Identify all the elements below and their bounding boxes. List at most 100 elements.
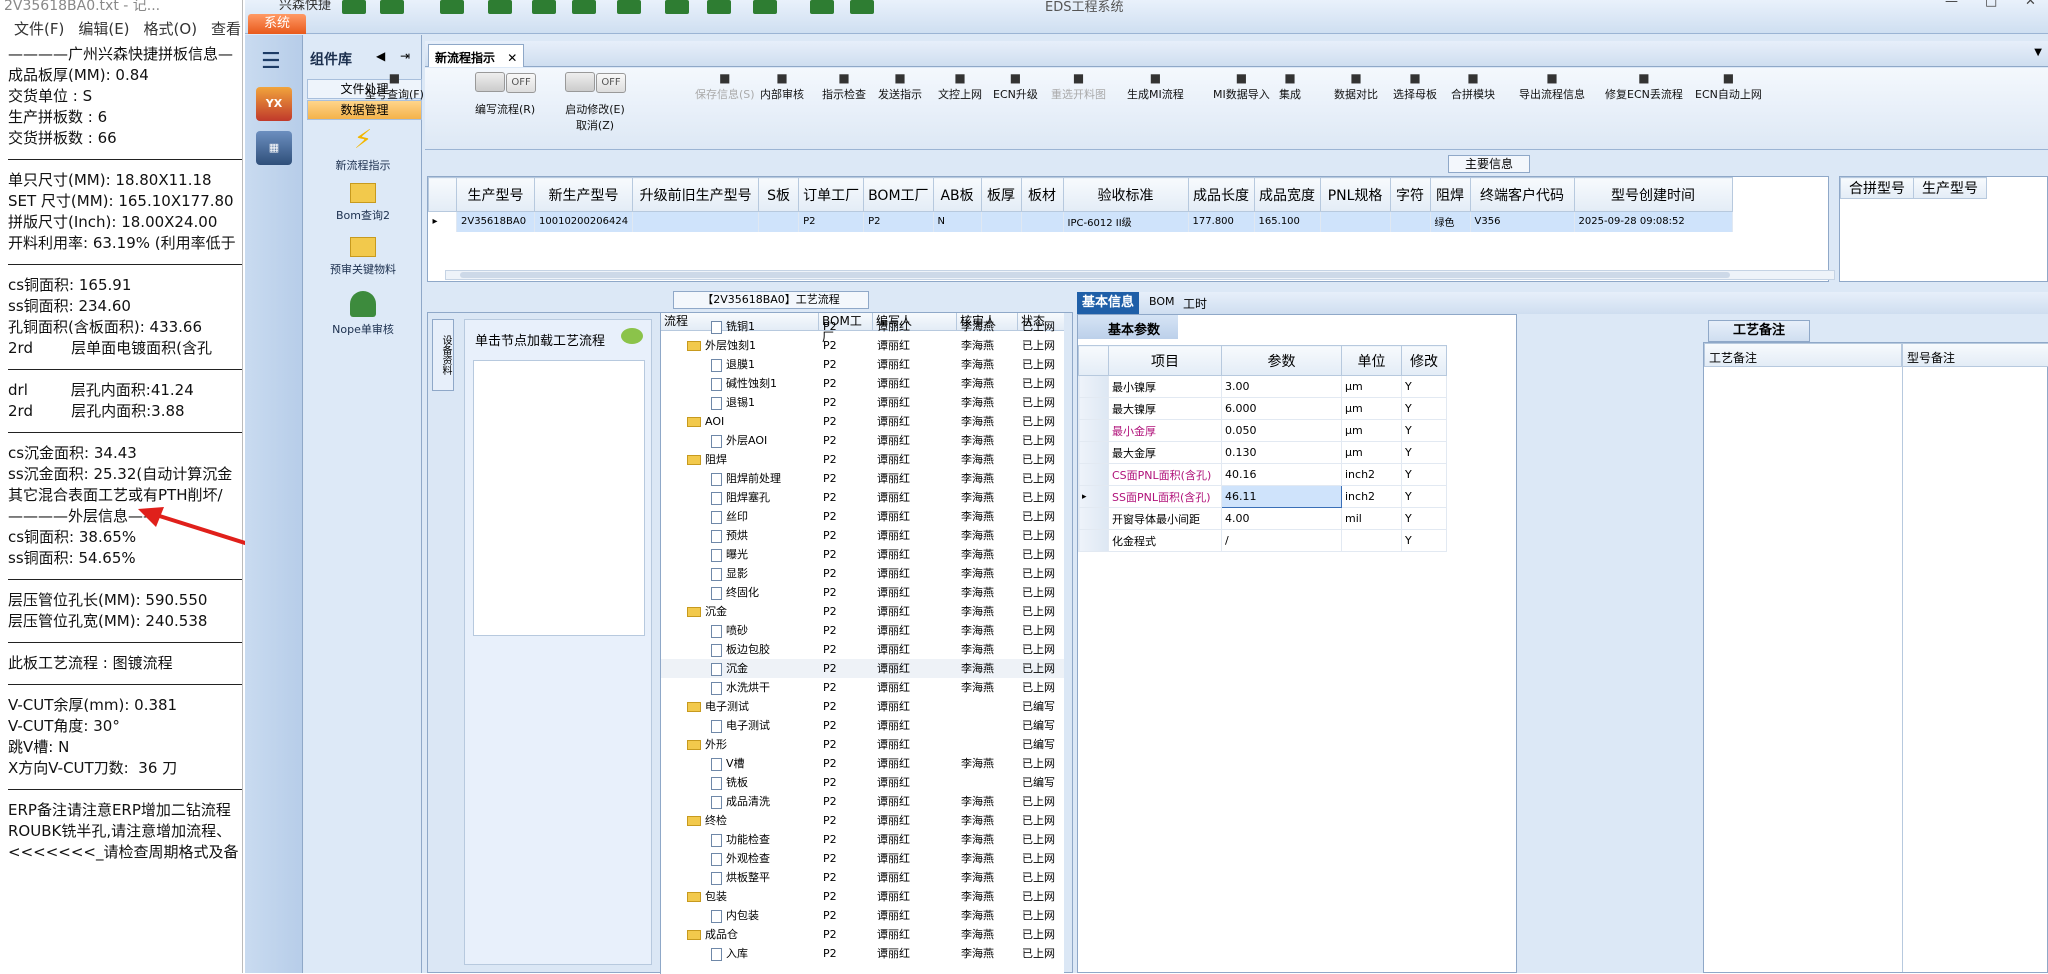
key-material-item[interactable]: 预审关键物料 <box>304 237 422 277</box>
col-header[interactable]: 终端客户代码 <box>1469 177 1575 212</box>
process-row[interactable]: 曝光 P2 谭丽红 李海燕 已上网 <box>661 545 1064 564</box>
process-row[interactable]: 阻焊前处理 P2 谭丽红 李海燕 已上网 <box>661 469 1064 488</box>
process-row[interactable]: AOI P2 谭丽红 李海燕 已上网 <box>661 412 1064 431</box>
col-header[interactable]: 板材 <box>1020 177 1064 212</box>
toolbar-upload-button[interactable]: ■ 发送指示 <box>878 72 922 102</box>
process-row[interactable]: 铣板 P2 谭丽红 已编写 <box>661 773 1064 792</box>
process-row[interactable]: 退锡1 P2 谭丽红 李海燕 已上网 <box>661 393 1064 412</box>
param-value[interactable]: 6.000 <box>1221 397 1342 420</box>
user-icon[interactable] <box>665 0 689 14</box>
main-info-cell[interactable] <box>1320 211 1391 232</box>
process-row[interactable]: 电子测试 P2 谭丽红 已编写 <box>661 697 1064 716</box>
col-header[interactable]: 字符 <box>1389 177 1431 212</box>
col-process-remarks[interactable]: 工艺备注 <box>1704 343 1902 367</box>
toggle-switch[interactable]: OFF <box>565 72 626 93</box>
globe-icon[interactable] <box>380 0 404 14</box>
toolbar-print-button[interactable]: ■ 内部审核 <box>760 72 804 102</box>
toolbar-image-button[interactable]: ■ 重选开料图 <box>1051 72 1106 102</box>
close-tab-icon[interactable]: ✕ <box>507 51 517 65</box>
process-row[interactable]: 包装 P2 谭丽红 李海燕 已上网 <box>661 887 1064 906</box>
process-row[interactable]: 功能检查 P2 谭丽红 李海燕 已上网 <box>661 830 1064 849</box>
col-header[interactable]: 生产型号 <box>456 177 535 212</box>
param-row[interactable]: CS面PNL面积(含孔) 40.16 inch2 Y <box>1078 463 1447 486</box>
col-unit[interactable]: 单位 <box>1341 345 1402 376</box>
menu-file[interactable]: 文件(F) <box>14 20 64 38</box>
process-row[interactable]: 喷砂 P2 谭丽红 李海燕 已上网 <box>661 621 1064 640</box>
param-row[interactable]: 开窗导体最小间距 4.00 mil Y <box>1078 507 1447 530</box>
process-row[interactable]: 成品仓 P2 谭丽红 李海燕 已上网 <box>661 925 1064 944</box>
process-row[interactable]: 电子测试 P2 谭丽红 已编写 <box>661 716 1064 735</box>
col-header[interactable]: 板厚 <box>980 177 1022 212</box>
scissors-icon[interactable] <box>488 0 512 14</box>
windows-icon[interactable] <box>810 0 834 14</box>
menu-format[interactable]: 格式(O) <box>144 20 198 38</box>
main-info-cell[interactable]: N <box>933 211 982 232</box>
process-row[interactable]: 退膜1 P2 谭丽红 李海燕 已上网 <box>661 355 1064 374</box>
toolbar-import-button[interactable]: ■ MI数据导入 <box>1213 72 1270 102</box>
tab-data-management[interactable]: 数据管理 <box>307 100 422 120</box>
process-row[interactable]: V槽 P2 谭丽红 李海燕 已上网 <box>661 754 1064 773</box>
col-header[interactable]: 订单工厂 <box>798 177 865 212</box>
col-header[interactable]: BOM工厂 <box>863 177 934 212</box>
process-row[interactable]: 内包装 P2 谭丽红 李海燕 已上网 <box>661 906 1064 925</box>
process-row[interactable]: 外层AOI P2 谭丽红 李海燕 已上网 <box>661 431 1064 450</box>
toolbar-toggle-off-button[interactable]: OFF 编写流程(R) <box>475 72 537 117</box>
process-row[interactable]: 终检 P2 谭丽红 李海燕 已上网 <box>661 811 1064 830</box>
tab-work-hours[interactable]: 工时 <box>1183 295 1207 312</box>
process-row[interactable]: 烘板整平 P2 谭丽红 李海燕 已上网 <box>661 868 1064 887</box>
col-modify[interactable]: 修改 <box>1401 345 1447 376</box>
col-header[interactable]: S板 <box>758 177 800 212</box>
main-info-cell[interactable] <box>632 211 760 232</box>
main-info-cell[interactable]: 2V35618BA0 <box>456 211 535 232</box>
horizontal-scrollbar[interactable] <box>445 270 1835 280</box>
basic-params-subtab[interactable]: 基本参数 <box>1078 315 1178 339</box>
table-icon[interactable] <box>440 0 464 14</box>
process-row[interactable]: 阻焊 P2 谭丽红 李海燕 已上网 <box>661 450 1064 469</box>
main-info-cell[interactable]: 2025-09-28 09:08:52 <box>1574 211 1733 232</box>
close-icon[interactable]: ✕ <box>2025 0 2036 9</box>
main-info-cell[interactable]: P2 <box>863 211 934 232</box>
calculator-icon[interactable]: ▦ <box>256 131 292 165</box>
hamburger-menu-icon[interactable]: ☰ <box>261 49 281 74</box>
process-row[interactable]: 外形 P2 谭丽红 已编写 <box>661 735 1064 754</box>
param-row[interactable]: 化金程式 / Y <box>1078 529 1447 552</box>
main-info-cell[interactable] <box>1390 211 1431 232</box>
param-row[interactable]: 最小镍厚 3.00 μm Y <box>1078 375 1447 398</box>
nope-review-item[interactable]: Nope单审核 <box>304 291 422 337</box>
tab-menu-icon[interactable]: ▼ <box>2034 47 2042 58</box>
toolbar-wrench-button[interactable]: ■ 修复ECN丢流程 <box>1605 72 1683 102</box>
main-info-cell[interactable] <box>758 211 800 232</box>
minimize-icon[interactable]: — <box>1945 0 1958 9</box>
param-row[interactable]: 最大镍厚 6.000 μm Y <box>1078 397 1447 420</box>
toolbar-export-button[interactable]: ■ 导出流程信息 <box>1519 72 1585 102</box>
main-info-cell[interactable]: 10010200206424 <box>534 211 634 232</box>
tab-process-remarks[interactable]: 工艺备注 <box>1708 320 1810 342</box>
new-process-item[interactable]: ⚡ 新流程指示 <box>304 127 422 173</box>
col-header[interactable]: AB板 <box>932 177 982 212</box>
apps-icon[interactable] <box>617 0 641 14</box>
grid-icon[interactable] <box>532 0 556 14</box>
toolbar-download-button[interactable]: ■ 集成 <box>1279 72 1301 102</box>
notepad-text[interactable]: ————广州兴森快捷拼板信息— 成品板厚(MM): 0.84 交货单位 : S 生产拼… <box>8 44 242 863</box>
tab-new-process[interactable]: 新流程指示 ✕ <box>428 44 524 67</box>
system-tab[interactable]: 系统 <box>248 14 306 34</box>
param-value[interactable]: 3.00 <box>1221 375 1342 398</box>
toolbar-list-button[interactable]: ■ 合拼模块 <box>1451 72 1495 102</box>
param-value[interactable]: 46.11 <box>1221 485 1342 508</box>
toolbar-cloud-button[interactable]: ■ 文控上网 <box>938 72 982 102</box>
chart-icon[interactable] <box>707 0 731 14</box>
toolbar-save-button[interactable]: ■ 保存信息(S) <box>695 72 755 102</box>
process-row[interactable]: 预烘 P2 谭丽红 李海燕 已上网 <box>661 526 1064 545</box>
col-header[interactable]: 升级前旧生产型号 <box>632 177 760 212</box>
main-info-cell[interactable]: 165.100 <box>1254 211 1321 232</box>
col-model-remarks[interactable]: 型号备注 <box>1902 343 2048 367</box>
copy-icon[interactable] <box>572 0 596 14</box>
process-note-box[interactable] <box>473 360 645 636</box>
process-row[interactable]: 终固化 P2 谭丽红 李海燕 已上网 <box>661 583 1064 602</box>
col-header[interactable]: 阻焊 <box>1429 177 1471 212</box>
collapse-left-icon[interactable]: ◀ <box>376 49 385 63</box>
main-info-cell[interactable]: IPC-6012 II级 <box>1063 211 1189 232</box>
param-row[interactable]: ▸ SS面PNL面积(含孔) 46.11 inch2 Y <box>1078 485 1447 508</box>
col-item[interactable]: 项目 <box>1108 345 1222 376</box>
process-row[interactable]: 沉金 P2 谭丽红 李海燕 已上网 <box>661 602 1064 621</box>
